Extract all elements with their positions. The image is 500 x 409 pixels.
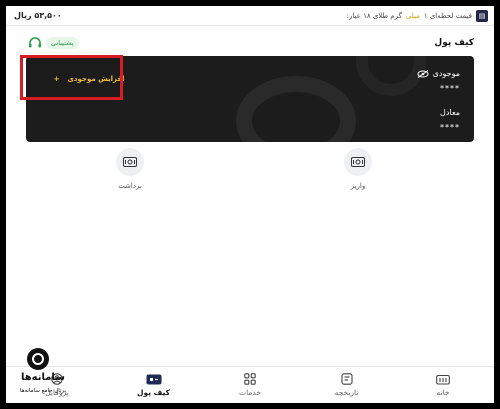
plus-icon: + <box>53 75 60 83</box>
equivalent-value: **** <box>440 123 460 132</box>
nav-item-services[interactable]: خدمات <box>205 367 295 403</box>
nav-item-history[interactable]: تاریخچه <box>302 367 392 403</box>
balance-label: موجودی <box>432 69 460 78</box>
nav-item-home[interactable]: خانه <box>398 367 488 403</box>
price-text-highlight: میلی <box>405 11 420 20</box>
cash-icon <box>351 157 365 167</box>
withdraw-circle <box>116 148 144 176</box>
withdraw-button[interactable]: برداشت <box>100 148 160 190</box>
wallet-card: موجودی **** معادل **** افزایش موجودی + <box>26 56 474 142</box>
withdraw-label: برداشت <box>118 182 142 190</box>
nav-item-wallet[interactable]: کیف پول <box>109 367 199 403</box>
increase-balance-label: افزایش موجودی <box>67 75 125 83</box>
watermark-name: سامانه‌ها <box>20 372 66 383</box>
increase-balance-button[interactable]: افزایش موجودی + <box>42 64 136 94</box>
gold-price-note: ▤ قیمت لحظه‌ای ۱ میلی گرم طلای ۱۸ عیار: <box>346 9 488 22</box>
price-text-after: گرم طلای ۱۸ عیار: <box>346 11 402 20</box>
price-text-before: قیمت لحظه‌ای ۱ <box>423 11 472 20</box>
app-frame: ▤ قیمت لحظه‌ای ۱ میلی گرم طلای ۱۸ عیار: … <box>6 6 494 403</box>
services-icon <box>244 373 256 385</box>
nav-label-services: خدمات <box>239 388 261 397</box>
deposit-circle <box>344 148 372 176</box>
cash-icon <box>123 157 137 167</box>
watermark-pin-icon <box>27 348 49 370</box>
card-decoration-small <box>356 56 426 96</box>
balance-row: موجودی <box>417 69 460 78</box>
bottom-nav: خانه تاریخچه خدمات کیف پول پروفایل <box>6 366 494 403</box>
nav-label-history: تاریخچه <box>334 388 359 397</box>
wallet-icon <box>146 374 161 384</box>
nav-label-home: خانه <box>436 387 450 397</box>
deposit-button[interactable]: واریز <box>328 148 388 190</box>
app-logo-icon: ▤ <box>476 9 488 22</box>
page-header: کیف پول پشتیبانی <box>6 32 494 54</box>
home-icon <box>436 374 450 385</box>
eye-off-icon[interactable] <box>417 69 429 78</box>
history-icon <box>340 373 353 385</box>
watermark-subtitle: پرتال جامع سامانه‌ها <box>19 388 67 394</box>
support-label: پشتیبانی <box>46 37 79 49</box>
deposit-label: واریز <box>350 182 366 190</box>
headset-icon <box>29 37 41 48</box>
page-title: کیف پول <box>434 38 474 48</box>
gold-price-value: ۵۳,۵۰۰ ریال <box>14 11 62 20</box>
balance-value: **** <box>440 84 460 93</box>
top-bar: ▤ قیمت لحظه‌ای ۱ میلی گرم طلای ۱۸ عیار: … <box>6 6 494 26</box>
watermark-logo: سامانه‌ها پرتال جامع سامانه‌ها <box>12 348 74 400</box>
support-button[interactable]: پشتیبانی <box>28 37 79 49</box>
card-decoration <box>236 76 356 142</box>
equivalent-row: معادل <box>440 108 460 117</box>
nav-label-wallet: کیف پول <box>137 387 170 397</box>
equivalent-label: معادل <box>440 108 460 117</box>
